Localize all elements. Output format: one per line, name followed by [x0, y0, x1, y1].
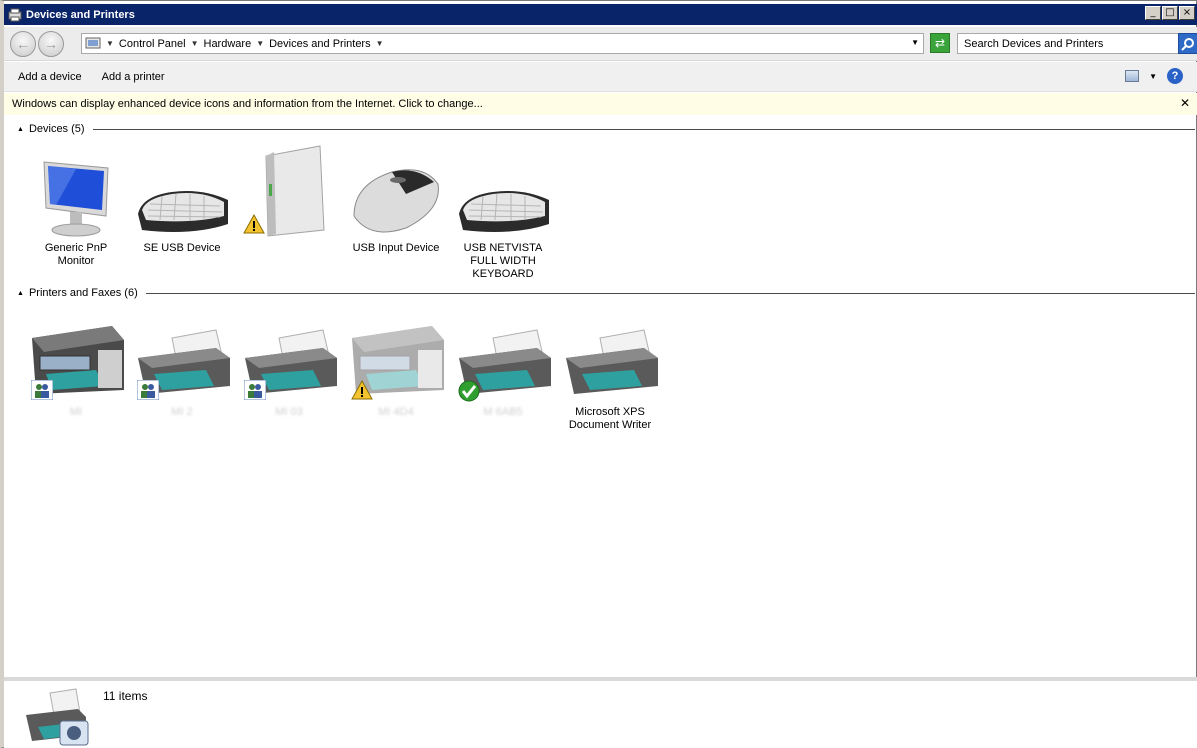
group-divider: [145, 292, 1195, 294]
breadcrumb-arrow-icon[interactable]: ▼: [256, 39, 264, 48]
info-bar[interactable]: Windows can display enhanced device icon…: [4, 93, 1197, 115]
printer-label: MI 4D4: [378, 406, 414, 418]
maximize-button[interactable]: □: [1162, 6, 1178, 20]
printer-label: MI 2: [171, 406, 193, 418]
printer-icon: [239, 308, 339, 404]
title-bar[interactable]: Devices and Printers _ □ ×: [4, 4, 1197, 25]
search-input[interactable]: Search Devices and Printers: [957, 33, 1179, 54]
group-divider: [92, 128, 1195, 130]
breadcrumb-control-panel[interactable]: Control Panel: [119, 38, 186, 50]
keyboard-icon: [132, 144, 232, 240]
refresh-button[interactable]: ⇄: [930, 33, 950, 53]
device-label: USB Input Device: [352, 242, 440, 254]
minimize-button[interactable]: _: [1145, 6, 1161, 20]
device-tile-external-drive[interactable]: [236, 144, 340, 242]
window-controls: _ □ ×: [1144, 6, 1195, 20]
device-label: USB NETVISTA FULL WIDTH KEYBOARD: [463, 242, 543, 280]
devices-group-title: Devices (5): [28, 123, 85, 135]
printer-label: MI 03: [275, 406, 303, 418]
keyboard-icon: [453, 144, 553, 240]
default-printer-check-icon: [458, 380, 480, 402]
search-icon: [1181, 37, 1194, 51]
forward-button[interactable]: →: [38, 31, 64, 57]
warning-icon: [243, 214, 265, 234]
printer-label: M 6AB5: [483, 406, 523, 418]
add-device-button[interactable]: Add a device: [18, 71, 82, 83]
view-options-dropdown-icon[interactable]: ▼: [1149, 72, 1157, 81]
shared-users-icon: [31, 380, 53, 400]
command-bar: Add a device Add a printer ▼ ?: [4, 62, 1197, 92]
printers-group-title: Printers and Faxes (6): [28, 287, 138, 299]
refresh-icon: ⇄: [934, 36, 946, 50]
external-drive-icon: [238, 144, 338, 240]
address-history-dropdown-icon[interactable]: ▼: [911, 38, 919, 47]
warning-icon: [351, 380, 373, 400]
device-tile-se-usb-device[interactable]: SE USB Device: [130, 144, 234, 255]
printer-icon: [453, 308, 553, 404]
details-pane: 11 items: [4, 677, 1197, 748]
printer-tile-3[interactable]: MI 03: [237, 308, 341, 419]
forward-arrow-icon: →: [44, 36, 58, 52]
info-bar-close-icon[interactable]: ✕: [1180, 96, 1190, 110]
device-tile-usb-netvista-keyboard[interactable]: USB NETVISTA FULL WIDTH KEYBOARD: [451, 144, 555, 281]
printer-tile-microsoft-xps[interactable]: Microsoft XPS Document Writer: [558, 308, 662, 432]
breadcrumb-arrow-icon[interactable]: ▼: [106, 39, 114, 48]
device-label: SE USB Device: [143, 242, 221, 254]
shared-users-icon: [244, 380, 266, 400]
device-tile-generic-pnp-monitor[interactable]: Generic PnP Monitor: [24, 144, 128, 268]
breadcrumb-hardware[interactable]: Hardware: [204, 38, 252, 50]
printer-tile-1[interactable]: MI: [24, 308, 128, 419]
printer-icon: [132, 308, 232, 404]
add-printer-button[interactable]: Add a printer: [102, 71, 165, 83]
printer-icon: [560, 308, 660, 404]
close-button[interactable]: ×: [1179, 6, 1195, 20]
devices-printers-app-icon: [8, 8, 22, 21]
devices-group-header[interactable]: ▲ Devices (5): [17, 122, 1195, 136]
printer-tile-5[interactable]: M 6AB5: [451, 308, 555, 419]
devices-and-printers-window: Devices and Printers _ □ × ← → ▼ Control…: [0, 0, 1197, 748]
device-label: Generic PnP Monitor: [44, 242, 108, 267]
collapse-caret-icon[interactable]: ▲: [17, 290, 24, 297]
breadcrumb-devices-and-printers[interactable]: Devices and Printers: [269, 38, 371, 50]
item-count: 11 items: [103, 689, 148, 703]
monitor-icon: [26, 144, 126, 240]
breadcrumb-arrow-icon[interactable]: ▼: [191, 39, 199, 48]
printer-tile-4[interactable]: MI 4D4: [344, 308, 448, 419]
back-arrow-icon: ←: [16, 36, 30, 52]
devices-and-printers-status-icon: [26, 688, 89, 746]
printers-group-header[interactable]: ▲ Printers and Faxes (6): [17, 286, 1195, 300]
printer-label: Microsoft XPS Document Writer: [568, 406, 652, 431]
navigation-bar: ← → ▼ Control Panel ▼ Hardware ▼ Devices…: [4, 27, 1197, 61]
search-button[interactable]: [1178, 33, 1197, 54]
multifunction-printer-icon: [346, 308, 446, 404]
device-tile-usb-input-device[interactable]: USB Input Device: [344, 144, 448, 255]
mouse-icon: [346, 144, 446, 240]
shared-users-icon: [137, 380, 159, 400]
breadcrumb-arrow-icon[interactable]: ▼: [376, 39, 384, 48]
info-bar-text[interactable]: Windows can display enhanced device icon…: [12, 98, 483, 110]
window-title: Devices and Printers: [26, 8, 135, 21]
command-bar-tools: ▼ ?: [1125, 68, 1183, 84]
back-button[interactable]: ←: [10, 31, 36, 57]
collapse-caret-icon[interactable]: ▲: [17, 126, 24, 133]
change-view-icon[interactable]: [1125, 70, 1140, 82]
address-bar[interactable]: ▼ Control Panel ▼ Hardware ▼ Devices and…: [81, 33, 924, 54]
control-panel-icon: [85, 37, 101, 48]
multifunction-printer-icon: [26, 308, 126, 404]
printer-tile-2[interactable]: MI 2: [130, 308, 234, 419]
printer-label: MI: [69, 406, 83, 418]
help-icon[interactable]: ?: [1167, 68, 1183, 84]
